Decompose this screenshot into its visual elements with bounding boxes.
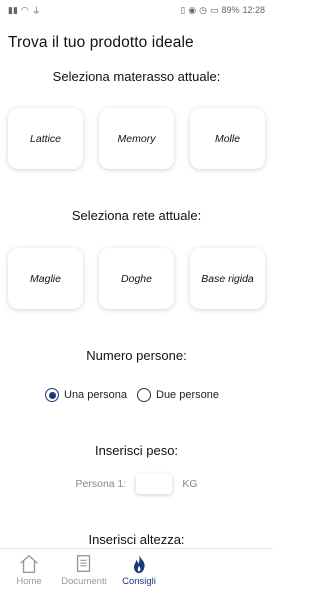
nav-item-documenti[interactable]: Documenti <box>58 553 110 587</box>
usb-icon: ⏚ <box>31 5 41 16</box>
mattress-option-memory[interactable]: Memory <box>99 108 174 169</box>
weight-input[interactable] <box>136 474 173 494</box>
radio-label: Due persone <box>156 389 219 401</box>
vibrate-icon: ▯ <box>180 4 186 15</box>
people-heading: Numero persone: <box>86 348 187 363</box>
signal-icon: ▮▮ <box>8 4 18 15</box>
radio-option-una-persona[interactable]: Una persona <box>45 388 127 402</box>
radio-option-due-persone[interactable]: Due persone <box>137 388 219 402</box>
weight-heading: Inserisci peso: <box>94 443 179 458</box>
nav-item-consigli[interactable]: Consigli <box>118 553 160 587</box>
radio-label: Una persona <box>64 389 127 401</box>
base-option-base-rigida[interactable]: Base rigida <box>190 248 265 309</box>
clock: 12:28 <box>242 5 265 15</box>
battery-icon: ▭ <box>209 4 219 15</box>
nav-label-home: Home <box>16 576 42 587</box>
mattress-option-lattice[interactable]: Lattice <box>8 108 83 169</box>
height-heading: Inserisci altezza: <box>88 532 185 547</box>
wifi-icon: ◠ <box>20 4 29 15</box>
mattress-option-molle[interactable]: Molle <box>190 108 265 169</box>
nav-label-documenti: Documenti <box>61 576 107 587</box>
document-icon <box>76 555 91 573</box>
radio-button-unchecked[interactable] <box>137 388 151 402</box>
nav-item-home[interactable]: Home <box>8 553 50 587</box>
status-left-icons: ▮▮ ◠ ⏚ <box>8 4 41 17</box>
mattress-heading: Seleziona materasso attuale: <box>52 69 221 84</box>
weight-field-label: Persona 1: <box>75 478 127 490</box>
weight-row: Persona 1: KG <box>0 474 273 494</box>
base-option-doghe[interactable]: Doghe <box>99 248 174 309</box>
people-radio-group: Una persona Due persone <box>45 388 219 402</box>
flame-icon <box>133 554 145 574</box>
base-option-maglie[interactable]: Maglie <box>8 248 83 309</box>
status-bar: ▮▮ ◠ ⏚ ▯ ◉ ◷ ▭ 89% 12:28 <box>0 0 273 20</box>
battery-level: 89% <box>221 5 240 15</box>
radio-button-checked[interactable] <box>45 388 59 402</box>
base-options: Maglie Doghe Base rigida <box>8 248 265 309</box>
eye-icon: ◉ <box>188 4 197 15</box>
page-title: Trova il tuo prodotto ideale <box>8 34 194 51</box>
bottom-navigation: Home Documenti Consigli <box>0 548 273 592</box>
nav-label-consigli: Consigli <box>122 576 156 587</box>
mattress-options: Lattice Memory Molle <box>8 108 265 169</box>
alarm-icon: ◷ <box>199 4 207 15</box>
main-content[interactable]: Trova il tuo prodotto ideale Seleziona m… <box>0 20 273 548</box>
weight-unit: KG <box>182 478 198 490</box>
home-icon <box>20 554 38 573</box>
base-heading: Seleziona rete attuale: <box>71 208 202 223</box>
status-right: ▯ ◉ ◷ ▭ 89% 12:28 <box>180 5 265 16</box>
